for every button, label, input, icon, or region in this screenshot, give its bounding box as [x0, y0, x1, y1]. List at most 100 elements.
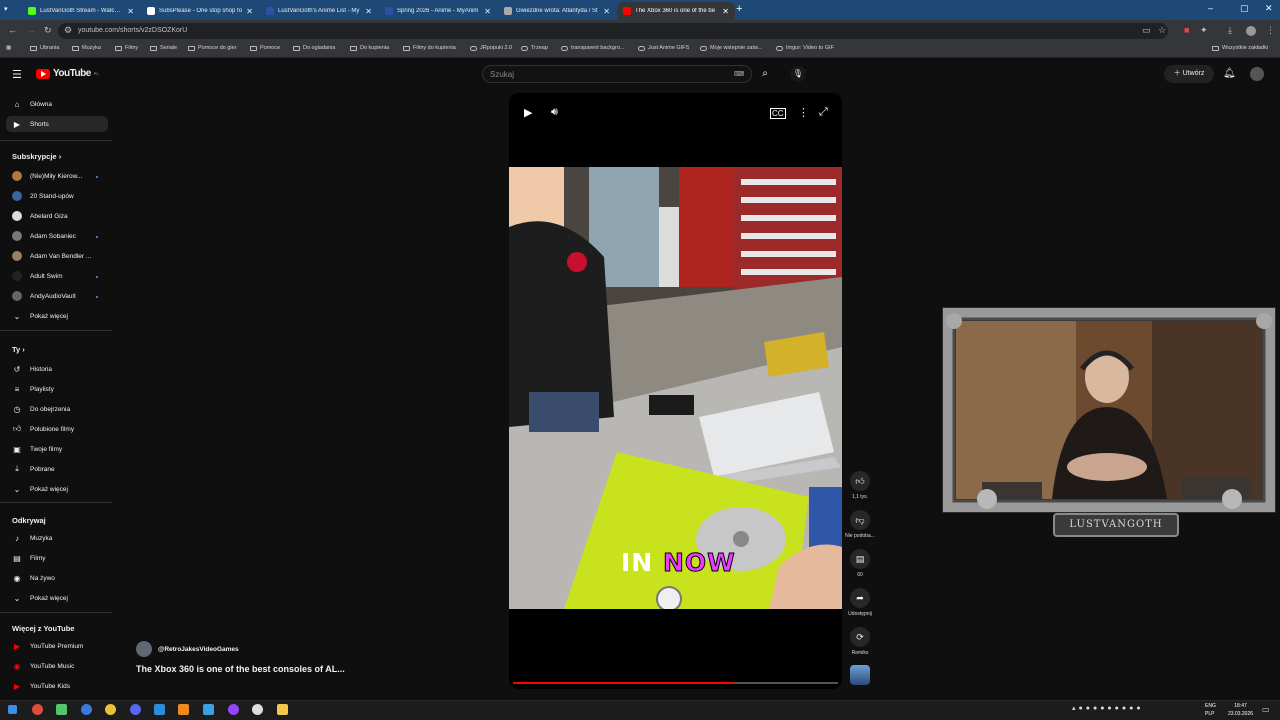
bookmark-folder[interactable]: Seriale	[150, 45, 177, 51]
captions-icon[interactable]: CC	[770, 108, 786, 119]
discord-icon[interactable]	[130, 704, 141, 715]
subscriptions-header[interactable]: Subskrypcje ›	[12, 152, 61, 161]
volume-icon[interactable]: 🔊︎	[551, 106, 558, 119]
minimize-icon[interactable]: –	[1208, 3, 1213, 13]
obs-icon[interactable]	[252, 704, 263, 715]
bookmark-folder[interactable]: Do kupienia	[350, 45, 389, 51]
app-icon[interactable]	[154, 704, 165, 715]
sidebar-item-premium[interactable]: ▶ YouTube Premium	[6, 638, 108, 654]
subscription-item[interactable]: Abelard Giza	[6, 208, 108, 224]
show-more-button[interactable]: ⌄ Pokaż więcej	[6, 481, 108, 497]
sidebar-item-watch-later[interactable]: ◷ Do obejrzenia	[6, 401, 108, 417]
subscription-item[interactable]: Adam Sobaniec	[6, 228, 108, 244]
bookmark-link[interactable]: transparent backgro...	[561, 45, 625, 51]
fullscreen-icon[interactable]: ⤢	[819, 106, 828, 119]
notifications-bell-icon[interactable]: 🔔︎	[1223, 68, 1236, 79]
cast-icon[interactable]: ▭	[1142, 25, 1151, 36]
profile-avatar[interactable]	[1246, 26, 1256, 36]
more-options-icon[interactable]: ⋮	[798, 106, 809, 119]
system-tray-icons[interactable]: ▴●●●●●●●●●	[1072, 704, 1144, 712]
playback-progress-bar[interactable]	[513, 682, 838, 684]
show-more-button[interactable]: ⌄ Pokaż więcej	[6, 590, 108, 606]
vlc-icon[interactable]	[178, 704, 189, 715]
close-window-icon[interactable]: ✕	[1265, 3, 1273, 14]
remix-button[interactable]: ⟳ Remiks	[849, 627, 871, 656]
close-tab-icon[interactable]: ✕	[246, 7, 253, 16]
url-input[interactable]: youtube.com/shorts/v2zDSOZKorU	[58, 23, 1168, 39]
play-icon[interactable]: ▶	[524, 106, 532, 119]
subscription-item[interactable]: 20 Stand-upów	[6, 188, 108, 204]
bookmark-link[interactable]: Moje wstepnie zatw...	[700, 45, 762, 51]
sidebar-item-shorts[interactable]: ▶ Shorts	[6, 116, 108, 132]
system-clock[interactable]: 18:47 23.03.2026	[1228, 702, 1253, 718]
extension-icon[interactable]: ■	[1184, 25, 1189, 35]
bookmark-link[interactable]: Just Anime GIFS	[638, 45, 689, 51]
youtube-logo[interactable]: YouTube PL	[36, 68, 99, 79]
notification-center-icon[interactable]: ▭	[1262, 705, 1270, 714]
like-button[interactable]: 👍︎ 1,1 tys.	[849, 471, 871, 500]
bookmark-star-icon[interactable]: ☆	[1158, 25, 1166, 36]
bookmark-folder[interactable]: Filmy do kupienia	[403, 45, 456, 51]
you-header[interactable]: Ty ›	[12, 345, 25, 354]
bookmark-folder[interactable]: Filmy	[115, 45, 138, 51]
browser-menu-icon[interactable]: ⋮	[1266, 25, 1275, 36]
sidebar-item-your-videos[interactable]: ▣ Twoje filmy	[6, 441, 108, 457]
back-icon[interactable]: ←	[8, 25, 17, 35]
bookmark-folder[interactable]: Pomoce do gier	[188, 45, 237, 51]
start-windows-icon[interactable]	[8, 705, 17, 714]
subscription-item[interactable]: Adult Swim	[6, 268, 108, 284]
close-tab-icon[interactable]: ✕	[484, 7, 491, 16]
hamburger-menu-icon[interactable]: ☰	[12, 68, 22, 81]
browser-tab[interactable]: Spring 2026 - Anime - MyAnim ✕	[379, 2, 497, 20]
browser-tab[interactable]: LustVanGoth Stream - Watch Li ✕	[22, 2, 140, 20]
search-button[interactable]: ⌕	[752, 65, 778, 83]
browser-tab[interactable]: SubsPlease - One stop shop fo ✕	[141, 2, 259, 20]
shorts-player[interactable]: ▶ 🔊︎ CC ⋮ ⤢ IN NOW	[509, 93, 842, 689]
browser-tab[interactable]: Gwiezdne wrota: Atlantyda / St ✕	[498, 2, 616, 20]
apps-icon[interactable]: ▦	[6, 45, 11, 51]
sidebar-item-music-app[interactable]: ◉ YouTube Music	[6, 658, 108, 674]
app-icon[interactable]	[203, 704, 214, 715]
downloads-icon[interactable]: ⤓	[1228, 25, 1232, 36]
subscription-item[interactable]: Adam Van Bendler ...	[6, 248, 108, 264]
new-tab-button[interactable]: +	[736, 3, 742, 15]
show-more-button[interactable]: ⌄ Pokaż więcej	[6, 308, 108, 324]
sidebar-item-home[interactable]: ⌂ Główna	[6, 96, 108, 112]
bookmark-folder[interactable]: Muzyka	[72, 45, 101, 51]
search-input[interactable]: Szukaj	[482, 65, 752, 83]
voice-search-button[interactable]: 🎙︎	[790, 66, 806, 82]
close-tab-icon[interactable]: ✕	[127, 7, 134, 16]
maximize-icon[interactable]: ▢	[1240, 3, 1249, 14]
bookmark-folder[interactable]: Pomoce	[250, 45, 280, 51]
subscription-item[interactable]: (Nie)Miły Kierow...	[6, 168, 108, 184]
bookmark-folder[interactable]: Ubrania	[30, 45, 59, 51]
close-tab-icon[interactable]: ✕	[603, 7, 610, 16]
sound-thumbnail[interactable]	[850, 665, 870, 685]
sidebar-item-playlists[interactable]: ≡ Playlisty	[6, 381, 108, 397]
extensions-puzzle-icon[interactable]: ✦	[1200, 25, 1208, 36]
comments-button[interactable]: ▤ 60	[849, 549, 871, 578]
sidebar-item-liked[interactable]: 👍︎ Polubione filmy	[6, 421, 108, 437]
app-icon[interactable]	[56, 704, 67, 715]
bookmark-link[interactable]: JRpopuki 2.0	[470, 45, 512, 51]
bookmark-link[interactable]: Imgur: Video to GIF	[776, 45, 834, 51]
close-tab-icon[interactable]: ✕	[365, 7, 372, 16]
sidebar-item-movies[interactable]: ▤ Filmy	[6, 550, 108, 566]
account-avatar[interactable]	[1250, 67, 1264, 81]
close-tab-icon[interactable]: ✕	[722, 7, 729, 16]
dislike-button[interactable]: 👎︎ Nie podoba...	[845, 510, 875, 539]
bookmark-folder[interactable]: Do ogladania	[293, 45, 335, 51]
reload-icon[interactable]: ↻	[44, 25, 52, 36]
sidebar-item-history[interactable]: ↺ Historia	[6, 361, 108, 377]
subscription-item[interactable]: AndyAudioVault	[6, 288, 108, 304]
forward-icon[interactable]: →	[27, 25, 36, 35]
browser-icon[interactable]	[81, 704, 92, 715]
app-icon[interactable]	[105, 704, 116, 715]
tab-search-icon[interactable]: ▾	[4, 5, 8, 13]
input-language[interactable]: ENG PLP	[1205, 702, 1216, 718]
channel-info[interactable]: @RetroJakesVideoGames	[136, 641, 239, 657]
sidebar-item-kids[interactable]: ▶ YouTube Kids	[6, 678, 108, 694]
browser-tab[interactable]: LustVanGoth's Anime List - My ✕	[260, 2, 378, 20]
file-explorer-icon[interactable]	[277, 704, 288, 715]
sidebar-item-music[interactable]: ♪ Muzyka	[6, 530, 108, 546]
